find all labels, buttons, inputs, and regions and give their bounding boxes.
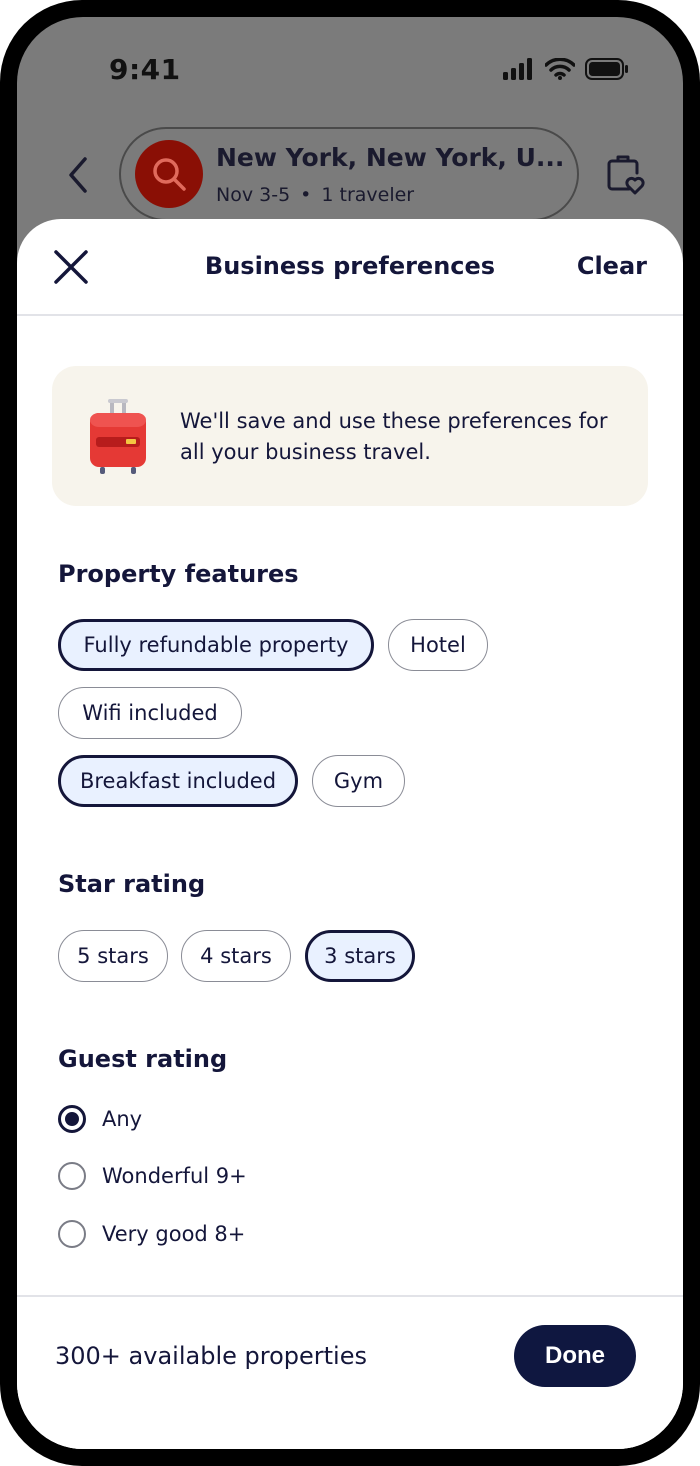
search-button[interactable] — [135, 140, 203, 208]
available-properties-count: 300+ available properties — [55, 1342, 367, 1370]
radio-option-very-good[interactable]: Very good 8+ — [58, 1218, 245, 1250]
status-icons — [503, 58, 629, 80]
radio-option-wonderful[interactable]: Wonderful 9+ — [58, 1160, 247, 1192]
chip-5-stars[interactable]: 5 stars — [58, 930, 168, 982]
search-summary-pill[interactable]: New York, New York, U... Nov 3-5 • 1 trave… — [119, 127, 579, 221]
trip-heart-icon — [607, 155, 645, 195]
sheet-header: Business preferences Clear — [17, 219, 683, 316]
chip-wifi-included[interactable]: Wifi included — [58, 687, 242, 739]
signal-icon — [503, 58, 532, 80]
search-separator: • — [300, 184, 312, 206]
radio-button[interactable] — [58, 1105, 86, 1133]
search-dates: Nov 3-5 — [216, 184, 291, 206]
chip-3-stars[interactable]: 3 stars — [305, 930, 415, 982]
preferences-sheet: Business preferences Clear We'll save an… — [17, 219, 683, 1449]
radio-label: Very good 8+ — [102, 1222, 246, 1246]
chip-gym[interactable]: Gym — [312, 755, 405, 807]
info-text: We'll save and use these preferences for… — [180, 409, 608, 464]
guest-rating-title: Guest rating — [58, 1045, 228, 1073]
wifi-icon — [545, 58, 575, 80]
chip-breakfast-included[interactable]: Breakfast included — [58, 755, 298, 807]
done-button[interactable]: Done — [514, 1325, 636, 1387]
search-icon — [153, 158, 186, 191]
suitcase-icon — [90, 399, 146, 474]
search-details: Nov 3-5 • 1 traveler — [216, 184, 414, 206]
radio-button[interactable] — [58, 1220, 86, 1248]
search-travelers: 1 traveler — [321, 184, 415, 206]
phone-frame: 9:41 New York, New York, U... Nov 3-5 • … — [0, 0, 700, 1466]
back-arrow-icon — [69, 157, 87, 193]
chip-hotel[interactable]: Hotel — [388, 619, 488, 671]
sheet-footer: 300+ available properties Done — [17, 1295, 683, 1449]
property-features-title: Property features — [58, 560, 299, 588]
radio-button[interactable] — [58, 1162, 86, 1190]
screen: 9:41 New York, New York, U... Nov 3-5 • … — [17, 17, 683, 1449]
radio-option-any[interactable]: Any — [58, 1103, 142, 1135]
battery-icon — [585, 58, 628, 80]
info-card: We'll save and use these preferences for… — [52, 366, 648, 506]
status-time: 9:41 — [109, 53, 181, 86]
clear-button[interactable]: Clear — [577, 252, 647, 280]
chip-4-stars[interactable]: 4 stars — [181, 930, 291, 982]
radio-label: Any — [102, 1107, 143, 1131]
trips-button[interactable] — [605, 153, 645, 197]
radio-label: Wonderful 9+ — [102, 1164, 247, 1188]
search-destination: New York, New York, U... — [216, 143, 565, 172]
chip-fully-refundable[interactable]: Fully refundable property — [58, 619, 374, 671]
back-button[interactable] — [63, 155, 93, 195]
star-rating-title: Star rating — [58, 870, 206, 898]
